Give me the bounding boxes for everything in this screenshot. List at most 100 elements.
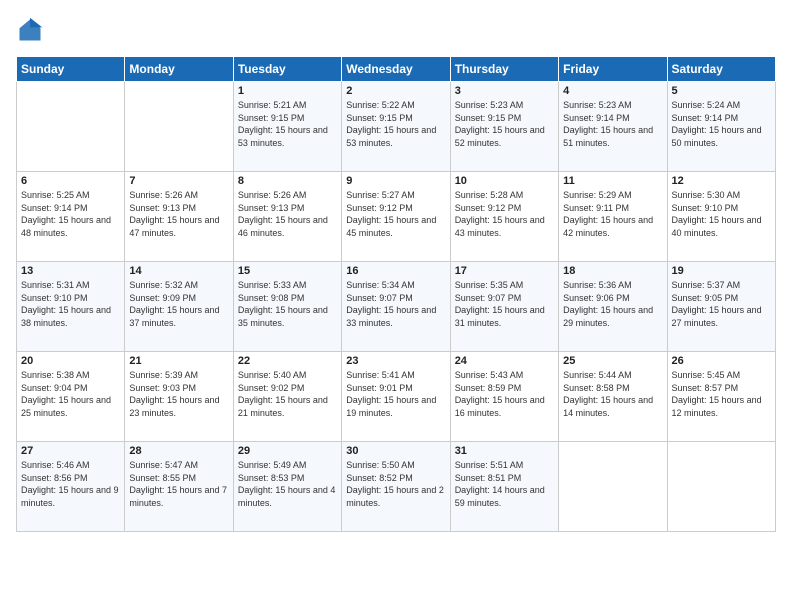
day-number: 24 <box>455 355 554 367</box>
day-number: 9 <box>346 175 445 187</box>
calendar-cell: 25Sunrise: 5:44 AMSunset: 8:58 PMDayligh… <box>559 352 667 442</box>
day-info: Sunrise: 5:23 AMSunset: 9:15 PMDaylight:… <box>455 99 554 149</box>
day-number: 17 <box>455 265 554 277</box>
day-number: 19 <box>672 265 771 277</box>
day-info: Sunrise: 5:33 AMSunset: 9:08 PMDaylight:… <box>238 279 337 329</box>
calendar-cell: 17 Sunrise: 5:35 AMSunset: 9:07 PMDayligh… <box>450 262 558 352</box>
day-number: 10 <box>455 175 554 187</box>
col-wednesday: Wednesday <box>342 57 450 82</box>
day-number: 18 <box>563 265 662 277</box>
day-number: 2 <box>346 85 445 97</box>
day-info: Sunrise: 5:29 AMSunset: 9:11 PMDaylight:… <box>563 189 662 239</box>
calendar-cell <box>667 442 775 532</box>
day-info: Sunrise: 5:21 AMSunset: 9:15 PMDaylight:… <box>238 99 337 149</box>
calendar-cell: 15 Sunrise: 5:33 AMSunset: 9:08 PMDayligh… <box>233 262 341 352</box>
calendar-cell <box>125 82 233 172</box>
day-number: 8 <box>238 175 337 187</box>
day-info: Sunrise: 5:25 AMSunset: 9:14 PMDaylight:… <box>21 189 120 239</box>
calendar-cell: 28 Sunrise: 5:47 AMSunset: 8:55 PMDayligh… <box>125 442 233 532</box>
day-number: 26 <box>672 355 771 367</box>
calendar-cell <box>17 82 125 172</box>
calendar-cell: 7Sunrise: 5:26 AMSunset: 9:13 PMDaylight… <box>125 172 233 262</box>
day-info: Sunrise: 5:45 AMSunset: 8:57 PMDaylight:… <box>672 369 771 419</box>
calendar-cell: 9 Sunrise: 5:27 AMSunset: 9:12 PMDaylight… <box>342 172 450 262</box>
day-info: Sunrise: 5:28 AMSunset: 9:12 PMDaylight:… <box>455 189 554 239</box>
day-info: Sunrise: 5:26 AMSunset: 9:13 PMDaylight:… <box>238 189 337 239</box>
day-number: 27 <box>21 445 120 457</box>
day-number: 12 <box>672 175 771 187</box>
calendar-week-row-2: 6 Sunrise: 5:25 AMSunset: 9:14 PMDaylight… <box>17 172 776 262</box>
day-number: 20 <box>21 355 120 367</box>
day-info: Sunrise: 5:51 AMSunset: 8:51 PMDaylight:… <box>455 459 554 509</box>
day-number: 6 <box>21 175 120 187</box>
col-thursday: Thursday <box>450 57 558 82</box>
calendar-cell: 26 Sunrise: 5:45 AMSunset: 8:57 PMDayligh… <box>667 352 775 442</box>
col-sunday: Sunday <box>17 57 125 82</box>
calendar-cell <box>559 442 667 532</box>
day-number: 14 <box>129 265 228 277</box>
day-info: Sunrise: 5:22 AMSunset: 9:15 PMDaylight:… <box>346 99 445 149</box>
day-number: 3 <box>455 85 554 97</box>
day-info: Sunrise: 5:32 AMSunset: 9:09 PMDaylight:… <box>129 279 228 329</box>
col-tuesday: Tuesday <box>233 57 341 82</box>
calendar-cell: 14 Sunrise: 5:32 AMSunset: 9:09 PMDayligh… <box>125 262 233 352</box>
calendar-week-row-1: 1 Sunrise: 5:21 AMSunset: 9:15 PMDaylight… <box>17 82 776 172</box>
day-number: 22 <box>238 355 337 367</box>
day-info: Sunrise: 5:38 AMSunset: 9:04 PMDaylight:… <box>21 369 120 419</box>
day-number: 31 <box>455 445 554 457</box>
day-number: 7 <box>129 175 228 187</box>
calendar-cell: 22Sunrise: 5:40 AMSunset: 9:02 PMDayligh… <box>233 352 341 442</box>
calendar-cell: 3 Sunrise: 5:23 AMSunset: 9:15 PMDaylight… <box>450 82 558 172</box>
calendar-cell: 30 Sunrise: 5:50 AMSunset: 8:52 PMDayligh… <box>342 442 450 532</box>
calendar-table: Sunday Monday Tuesday Wednesday Thursday… <box>16 56 776 532</box>
day-number: 15 <box>238 265 337 277</box>
calendar-cell: 20 Sunrise: 5:38 AMSunset: 9:04 PMDayligh… <box>17 352 125 442</box>
calendar-cell: 18 Sunrise: 5:36 AMSunset: 9:06 PMDayligh… <box>559 262 667 352</box>
calendar-cell: 2 Sunrise: 5:22 AMSunset: 9:15 PMDaylight… <box>342 82 450 172</box>
col-monday: Monday <box>125 57 233 82</box>
calendar-cell: 11 Sunrise: 5:29 AMSunset: 9:11 PMDayligh… <box>559 172 667 262</box>
calendar-week-row-3: 13 Sunrise: 5:31 AMSunset: 9:10 PMDayligh… <box>17 262 776 352</box>
day-info: Sunrise: 5:27 AMSunset: 9:12 PMDaylight:… <box>346 189 445 239</box>
calendar-cell: 16Sunrise: 5:34 AMSunset: 9:07 PMDayligh… <box>342 262 450 352</box>
day-info: Sunrise: 5:36 AMSunset: 9:06 PMDaylight:… <box>563 279 662 329</box>
calendar-cell: 5Sunrise: 5:24 AMSunset: 9:14 PMDaylight… <box>667 82 775 172</box>
calendar-cell: 12 Sunrise: 5:30 AMSunset: 9:10 PMDayligh… <box>667 172 775 262</box>
calendar-cell: 13 Sunrise: 5:31 AMSunset: 9:10 PMDayligh… <box>17 262 125 352</box>
day-number: 29 <box>238 445 337 457</box>
day-info: Sunrise: 5:35 AMSunset: 9:07 PMDaylight:… <box>455 279 554 329</box>
day-info: Sunrise: 5:39 AMSunset: 9:03 PMDaylight:… <box>129 369 228 419</box>
day-info: Sunrise: 5:31 AMSunset: 9:10 PMDaylight:… <box>21 279 120 329</box>
logo-icon <box>16 16 44 44</box>
day-info: Sunrise: 5:37 AMSunset: 9:05 PMDaylight:… <box>672 279 771 329</box>
calendar-cell: 23 Sunrise: 5:41 AMSunset: 9:01 PMDayligh… <box>342 352 450 442</box>
day-number: 4 <box>563 85 662 97</box>
calendar-cell: 4 Sunrise: 5:23 AMSunset: 9:14 PMDaylight… <box>559 82 667 172</box>
day-info: Sunrise: 5:30 AMSunset: 9:10 PMDaylight:… <box>672 189 771 239</box>
calendar-week-row-5: 27Sunrise: 5:46 AMSunset: 8:56 PMDayligh… <box>17 442 776 532</box>
day-info: Sunrise: 5:47 AMSunset: 8:55 PMDaylight:… <box>129 459 228 509</box>
col-friday: Friday <box>559 57 667 82</box>
col-saturday: Saturday <box>667 57 775 82</box>
day-number: 28 <box>129 445 228 457</box>
calendar-header-row: Sunday Monday Tuesday Wednesday Thursday… <box>17 57 776 82</box>
day-number: 23 <box>346 355 445 367</box>
day-number: 13 <box>21 265 120 277</box>
calendar-cell: 27Sunrise: 5:46 AMSunset: 8:56 PMDayligh… <box>17 442 125 532</box>
day-info: Sunrise: 5:41 AMSunset: 9:01 PMDaylight:… <box>346 369 445 419</box>
day-info: Sunrise: 5:23 AMSunset: 9:14 PMDaylight:… <box>563 99 662 149</box>
calendar-cell: 31 Sunrise: 5:51 AMSunset: 8:51 PMDayligh… <box>450 442 558 532</box>
day-number: 11 <box>563 175 662 187</box>
day-number: 30 <box>346 445 445 457</box>
calendar-cell: 6 Sunrise: 5:25 AMSunset: 9:14 PMDaylight… <box>17 172 125 262</box>
day-info: Sunrise: 5:44 AMSunset: 8:58 PMDaylight:… <box>563 369 662 419</box>
logo <box>16 16 48 44</box>
calendar-cell: 21Sunrise: 5:39 AMSunset: 9:03 PMDayligh… <box>125 352 233 442</box>
calendar-cell: 24Sunrise: 5:43 AMSunset: 8:59 PMDayligh… <box>450 352 558 442</box>
calendar-cell: 1 Sunrise: 5:21 AMSunset: 9:15 PMDaylight… <box>233 82 341 172</box>
day-number: 1 <box>238 85 337 97</box>
page-header <box>16 16 776 44</box>
calendar-week-row-4: 20 Sunrise: 5:38 AMSunset: 9:04 PMDayligh… <box>17 352 776 442</box>
day-info: Sunrise: 5:50 AMSunset: 8:52 PMDaylight:… <box>346 459 445 509</box>
day-number: 5 <box>672 85 771 97</box>
